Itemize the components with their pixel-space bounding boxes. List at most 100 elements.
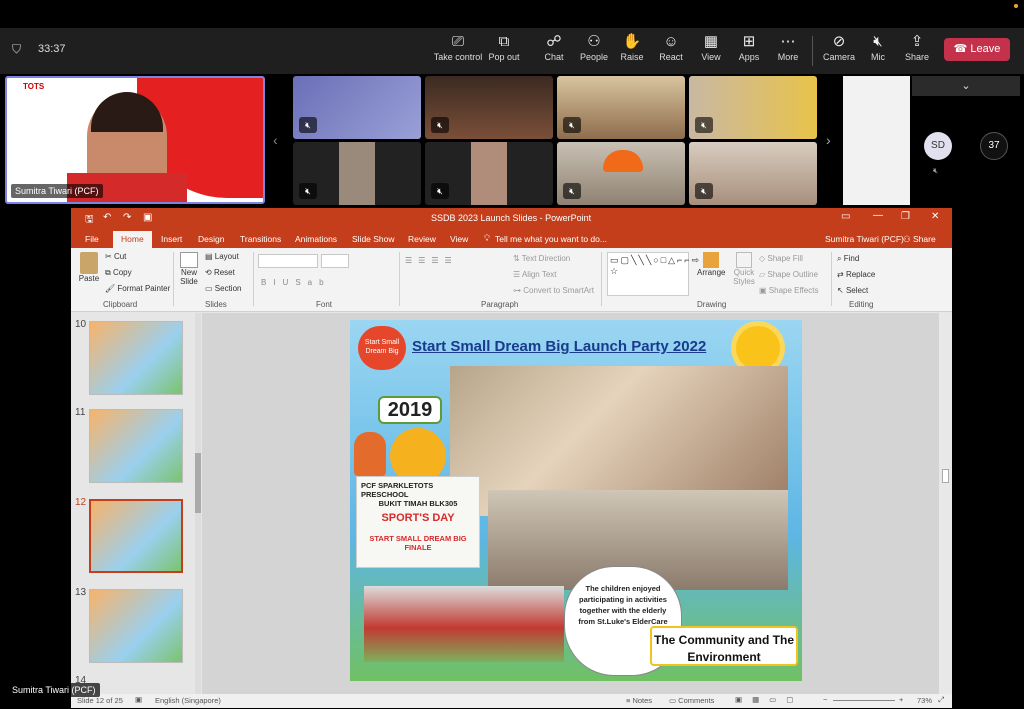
ribbon-display-icon[interactable]: ▭ <box>841 211 850 222</box>
scrollbar-thumb[interactable] <box>195 453 201 513</box>
raise-hand-button[interactable]: ✋ Raise <box>617 32 647 70</box>
tab-design[interactable]: Design <box>198 234 224 244</box>
scrollbar-thumb[interactable] <box>942 469 949 483</box>
take-control-button[interactable]: ⎚ Take control <box>432 32 484 70</box>
slide[interactable]: Start Small Dream Big Start Small Dream … <box>350 320 802 681</box>
zoom-level[interactable]: 73% <box>917 696 932 705</box>
reset-icon: ⟲ <box>205 268 214 277</box>
tell-me-input[interactable]: Tell me what you want to do... <box>495 234 607 244</box>
window-title: SSDB 2023 Launch Slides - PowerPoint <box>431 213 592 223</box>
take-control-icon: ⎚ <box>451 33 464 50</box>
overflow-count[interactable]: 37 <box>980 132 1008 160</box>
slide-thumbnail[interactable] <box>89 589 183 663</box>
slide-thumbnail[interactable] <box>89 321 183 395</box>
paste-button[interactable]: Paste <box>77 252 101 283</box>
participant-tile[interactable]: 🔇︎ <box>557 142 685 205</box>
chat-button[interactable]: ☍ Chat <box>538 32 570 70</box>
tab-home[interactable]: Home <box>113 231 152 248</box>
apps-button[interactable]: ⊞ Apps <box>734 32 764 70</box>
layout-button[interactable]: ▤ Layout <box>205 252 239 261</box>
mic-button[interactable]: 🔇︎ Mic <box>864 32 892 70</box>
participant-tile[interactable]: 🔇︎ <box>689 142 817 205</box>
zoom-slider[interactable] <box>833 700 895 701</box>
gallery-prev-icon[interactable]: ‹ <box>273 132 278 148</box>
font-format-buttons[interactable]: BIUSab <box>261 278 331 287</box>
shape-fill-button[interactable]: ◇ Shape Fill <box>759 254 803 263</box>
shapes-gallery[interactable]: ▭▢╲╲╲○□△⌐⌐⇨⇩{}☆ <box>607 252 719 296</box>
participant-tile[interactable]: 🔇︎ <box>689 76 817 139</box>
view-mode-icons[interactable]: ▣▦▭▢ <box>735 695 803 704</box>
comments-button[interactable]: ▭ Comments <box>669 696 714 705</box>
font-size-select[interactable] <box>321 254 349 268</box>
convert-smartart-button[interactable]: ⊶ Convert to SmartArt <box>513 286 594 295</box>
language-indicator[interactable]: English (Singapore) <box>155 696 221 705</box>
participant-tile[interactable]: 🔇︎ <box>557 76 685 139</box>
font-group-label: Font <box>316 300 333 309</box>
share-button[interactable]: ⇪ Share <box>902 32 932 70</box>
shape-outline-button[interactable]: ▱ Shape Outline <box>759 270 818 279</box>
section-button[interactable]: ▭ Section <box>205 284 241 293</box>
maximize-icon[interactable]: ❐ <box>901 211 910 222</box>
gallery-collapse-bar[interactable]: ⌄ <box>912 76 1020 96</box>
avatar[interactable]: SD <box>924 132 952 160</box>
cut-button[interactable]: ✂ Cut <box>105 252 126 261</box>
comment-icon: ▭ <box>669 696 679 705</box>
share-button[interactable]: ⚇ Share <box>903 234 936 245</box>
participant-tile[interactable]: 🔇︎ <box>293 76 421 139</box>
tab-insert[interactable]: Insert <box>161 234 182 244</box>
participant-tile[interactable]: 🔇︎ <box>425 76 553 139</box>
text-direction-button[interactable]: ⇅ Text Direction <box>513 254 570 263</box>
editor-scrollbar[interactable] <box>939 313 952 694</box>
tab-file[interactable]: File <box>85 234 99 244</box>
more-button[interactable]: ⋯ More <box>773 32 803 70</box>
arrange-button[interactable]: Arrange <box>697 252 725 277</box>
presenter-video[interactable]: TOTS Sumitra Tiwari (PCF) <box>5 76 265 204</box>
pop-out-button[interactable]: ⧉ Pop out <box>486 32 522 70</box>
fit-slide-icon[interactable]: ⤢ <box>938 695 944 705</box>
people-button[interactable]: ⚇ People <box>577 32 611 70</box>
select-button[interactable]: ↖ Select <box>837 286 868 295</box>
replace-button[interactable]: ⇄ Replace <box>837 270 875 279</box>
find-button[interactable]: ⌕ Find <box>837 254 859 264</box>
reset-button[interactable]: ⟲ Reset <box>205 268 235 277</box>
quick-styles-button[interactable]: Quick Styles <box>729 252 759 286</box>
zoom-in-icon[interactable]: + <box>899 695 903 704</box>
shape-effects-button[interactable]: ▣ Shape Effects <box>759 286 818 295</box>
close-icon[interactable]: ✕ <box>931 211 939 222</box>
tab-animations[interactable]: Animations <box>295 234 337 244</box>
participant-tile[interactable]: 🔇︎ <box>425 142 553 205</box>
gallery-next-icon[interactable]: › <box>826 132 831 148</box>
slide-thumbnail[interactable] <box>89 409 183 483</box>
new-slide-button[interactable]: New Slide <box>177 252 201 286</box>
thumbnail-scrollbar[interactable] <box>195 313 201 694</box>
presenter-name-tag: Sumitra Tiwari (PCF) <box>11 184 103 198</box>
spellcheck-icon[interactable]: ▣ <box>135 695 142 704</box>
account-name[interactable]: Sumitra Tiwari (PCF) <box>825 234 904 244</box>
copy-button[interactable]: ⧉ Copy <box>105 268 132 278</box>
tab-review[interactable]: Review <box>408 234 436 244</box>
slide-thumbnail-selected[interactable] <box>89 499 183 573</box>
save-icon[interactable]: 🖫︎ <box>85 212 94 229</box>
react-button[interactable]: ☺ React <box>656 32 686 70</box>
caption-box: The Community and The Environment <box>650 626 798 666</box>
start-slideshow-icon[interactable]: ▣ <box>143 212 152 223</box>
brush-icon: 🖌︎ <box>105 284 118 293</box>
undo-icon[interactable]: ↶ <box>103 212 111 223</box>
tab-view[interactable]: View <box>450 234 468 244</box>
view-button[interactable]: ▦ View <box>696 32 726 70</box>
camera-button[interactable]: ⊘ Camera <box>822 32 856 70</box>
paragraph-buttons[interactable]: ☰☰☰☰ <box>405 256 458 265</box>
align-text-button[interactable]: ☰ Align Text <box>513 270 557 279</box>
thumb-number: 12 <box>75 497 87 508</box>
meeting-timer: 33:37 <box>38 43 66 55</box>
participant-tile[interactable]: 🔇︎ <box>293 142 421 205</box>
leave-button[interactable]: ☎ Leave <box>944 38 1010 61</box>
format-painter-button[interactable]: 🖌︎ Format Painter <box>105 284 170 293</box>
redo-icon[interactable]: ↷ <box>123 212 131 223</box>
notes-button[interactable]: ≡ Notes <box>626 696 652 705</box>
tab-transitions[interactable]: Transitions <box>240 234 281 244</box>
zoom-out-icon[interactable]: − <box>823 695 827 704</box>
font-name-select[interactable] <box>258 254 318 268</box>
tab-slide-show[interactable]: Slide Show <box>352 234 395 244</box>
minimize-icon[interactable]: — <box>873 210 883 221</box>
